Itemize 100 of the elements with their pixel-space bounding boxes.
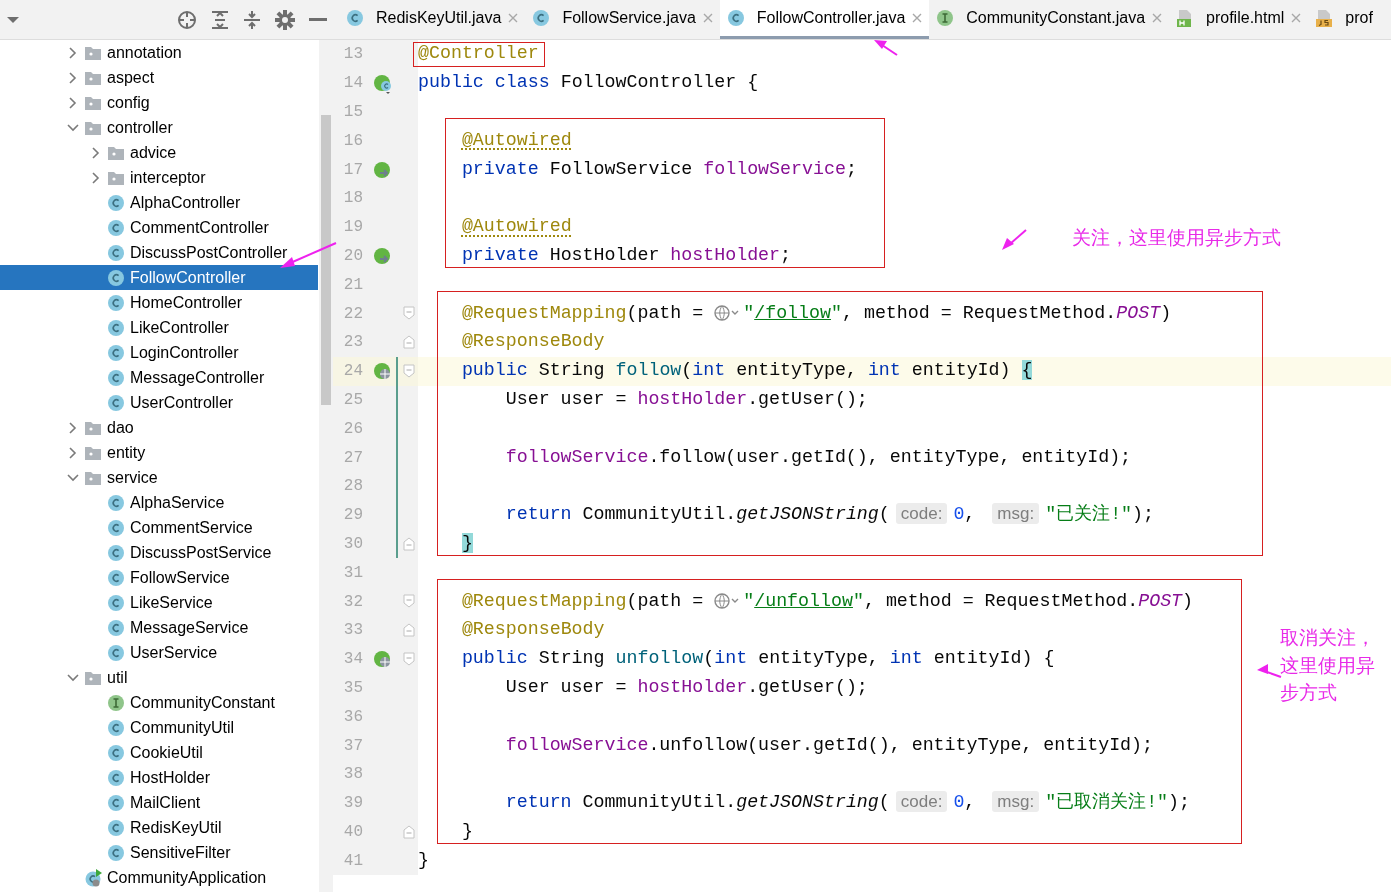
tree-item[interactable]: interceptor — [0, 165, 318, 190]
close-icon[interactable] — [508, 13, 519, 23]
annotation: @Controller — [418, 43, 539, 64]
url-icon[interactable] — [714, 303, 740, 322]
code-text: , — [964, 504, 977, 525]
tree-item[interactable]: util — [0, 665, 318, 690]
line-number: 34 — [342, 649, 363, 671]
matched-brace: } — [461, 532, 473, 553]
tree-item[interactable]: DiscussPostService — [0, 540, 318, 565]
editor-tab[interactable]: prof — [1308, 0, 1380, 39]
url-link[interactable]: /unfollow — [754, 590, 853, 611]
js-file-icon — [1315, 9, 1334, 27]
tree-item[interactable]: CommentService — [0, 515, 318, 540]
expand-all-icon[interactable] — [211, 9, 229, 30]
bean-icon[interactable] — [371, 72, 393, 95]
chevron-right-icon[interactable] — [67, 421, 79, 434]
tree-item[interactable]: MailClient — [0, 790, 318, 815]
tree-item[interactable]: LikeService — [0, 590, 318, 615]
annotation: @Autowired — [461, 129, 572, 150]
crosshair-icon[interactable] — [177, 9, 197, 30]
code-text: (path = — [626, 590, 705, 611]
tree-item[interactable]: CommunityUtil — [0, 715, 318, 740]
tree-item[interactable]: annotation — [0, 40, 318, 65]
code-text: .unfollow(user.getId(), entityType, entityId); — [648, 734, 1154, 755]
close-icon[interactable] — [702, 13, 713, 23]
tree-item[interactable]: advice — [0, 140, 318, 165]
tree-item[interactable]: entity — [0, 440, 318, 465]
editor-tab[interactable]: RedisKeyUtil.java — [339, 0, 526, 39]
editor-tab[interactable]: CommunityConstant.java — [929, 0, 1170, 39]
line-number: 14 — [342, 73, 363, 95]
tree-item[interactable]: FollowService — [0, 565, 318, 590]
scrollbar-thumb[interactable] — [321, 115, 331, 405]
tree-item[interactable]: CommunityConstant — [0, 690, 318, 715]
annotation: @Autowired — [461, 216, 572, 237]
tree-item[interactable]: CommentController — [0, 215, 318, 240]
editor-tab[interactable]: FollowService.java — [525, 0, 720, 39]
chevron-right-icon[interactable] — [90, 146, 102, 159]
class-icon — [107, 768, 125, 787]
line-number: 23 — [342, 332, 363, 354]
tree-item[interactable]: controller — [0, 115, 318, 140]
tree-item[interactable]: config — [0, 90, 318, 115]
tree-item[interactable]: AlphaService — [0, 490, 318, 515]
tree-item[interactable]: MessageController — [0, 365, 318, 390]
tree-item[interactable]: RedisKeyUtil — [0, 815, 318, 840]
tree-item[interactable]: SensitiveFilter — [0, 840, 318, 865]
collapse-all-icon[interactable] — [243, 9, 261, 30]
tree-item[interactable]: aspect — [0, 65, 318, 90]
method-name: unfollow — [615, 648, 704, 669]
parameter-hint: msg: — [992, 503, 1040, 525]
minimize-icon[interactable] — [309, 17, 327, 22]
chevron-down-icon[interactable] — [67, 671, 79, 684]
chevron-right-icon[interactable] — [67, 71, 79, 84]
keyword: public — [461, 360, 528, 381]
tree-item[interactable]: DiscussPostController — [0, 240, 318, 265]
line-number: 28 — [342, 476, 363, 498]
chevron-down-icon[interactable] — [67, 121, 79, 134]
line-number: 41 — [342, 850, 363, 872]
tree-item[interactable]: CommunityApplication — [0, 865, 318, 890]
chevron-right-icon[interactable] — [67, 96, 79, 109]
close-icon[interactable] — [1152, 13, 1163, 23]
close-icon[interactable] — [1291, 13, 1302, 23]
interface-icon — [107, 693, 125, 712]
chevron-right-icon[interactable] — [90, 171, 102, 184]
code-text: ( — [703, 648, 715, 669]
editor-tab[interactable]: FollowController.java — [719, 0, 930, 39]
class-icon — [532, 9, 551, 27]
settings-icon[interactable] — [275, 9, 295, 30]
keyword: public — [418, 72, 484, 93]
url-link[interactable]: /follow — [754, 302, 831, 323]
tree-item[interactable]: MessageService — [0, 615, 318, 640]
chevron-right-icon[interactable] — [67, 46, 79, 59]
line-number: 26 — [342, 418, 363, 440]
chevron-down-icon[interactable] — [67, 471, 79, 484]
dropdown-icon[interactable] — [6, 15, 20, 24]
tree-item[interactable]: AlphaController — [0, 190, 318, 215]
tree-item[interactable]: CookieUtil — [0, 740, 318, 765]
tree-item[interactable]: UserController — [0, 390, 318, 415]
tree-item[interactable]: dao — [0, 415, 318, 440]
class-icon — [346, 9, 364, 27]
annotation: @ResponseBody — [461, 331, 605, 352]
tree-item[interactable]: HostHolder — [0, 765, 318, 790]
url-icon[interactable] — [714, 591, 740, 610]
keyword: return — [505, 504, 572, 525]
tree-item[interactable]: LikeController — [0, 315, 318, 340]
chevron-right-icon[interactable] — [67, 446, 79, 459]
code-text: , method = RequestMethod. — [863, 590, 1139, 611]
tree-item[interactable]: UserService — [0, 640, 318, 665]
line-number: 32 — [342, 591, 363, 613]
field-name: followService — [505, 734, 649, 755]
tree-item[interactable]: HomeController — [0, 290, 318, 315]
editor-tab[interactable]: profile.html — [1169, 0, 1309, 39]
code-text: FollowService — [549, 158, 694, 179]
tree-item[interactable]: LoginController — [0, 340, 318, 365]
line-number: 40 — [342, 821, 363, 843]
tree-item[interactable]: FollowController — [0, 265, 318, 290]
close-icon[interactable] — [912, 13, 923, 23]
annotation: @ResponseBody — [461, 619, 605, 640]
tree-item[interactable]: service — [0, 465, 318, 490]
scrollbar[interactable] — [319, 40, 333, 892]
pointer-arrow — [874, 40, 898, 56]
